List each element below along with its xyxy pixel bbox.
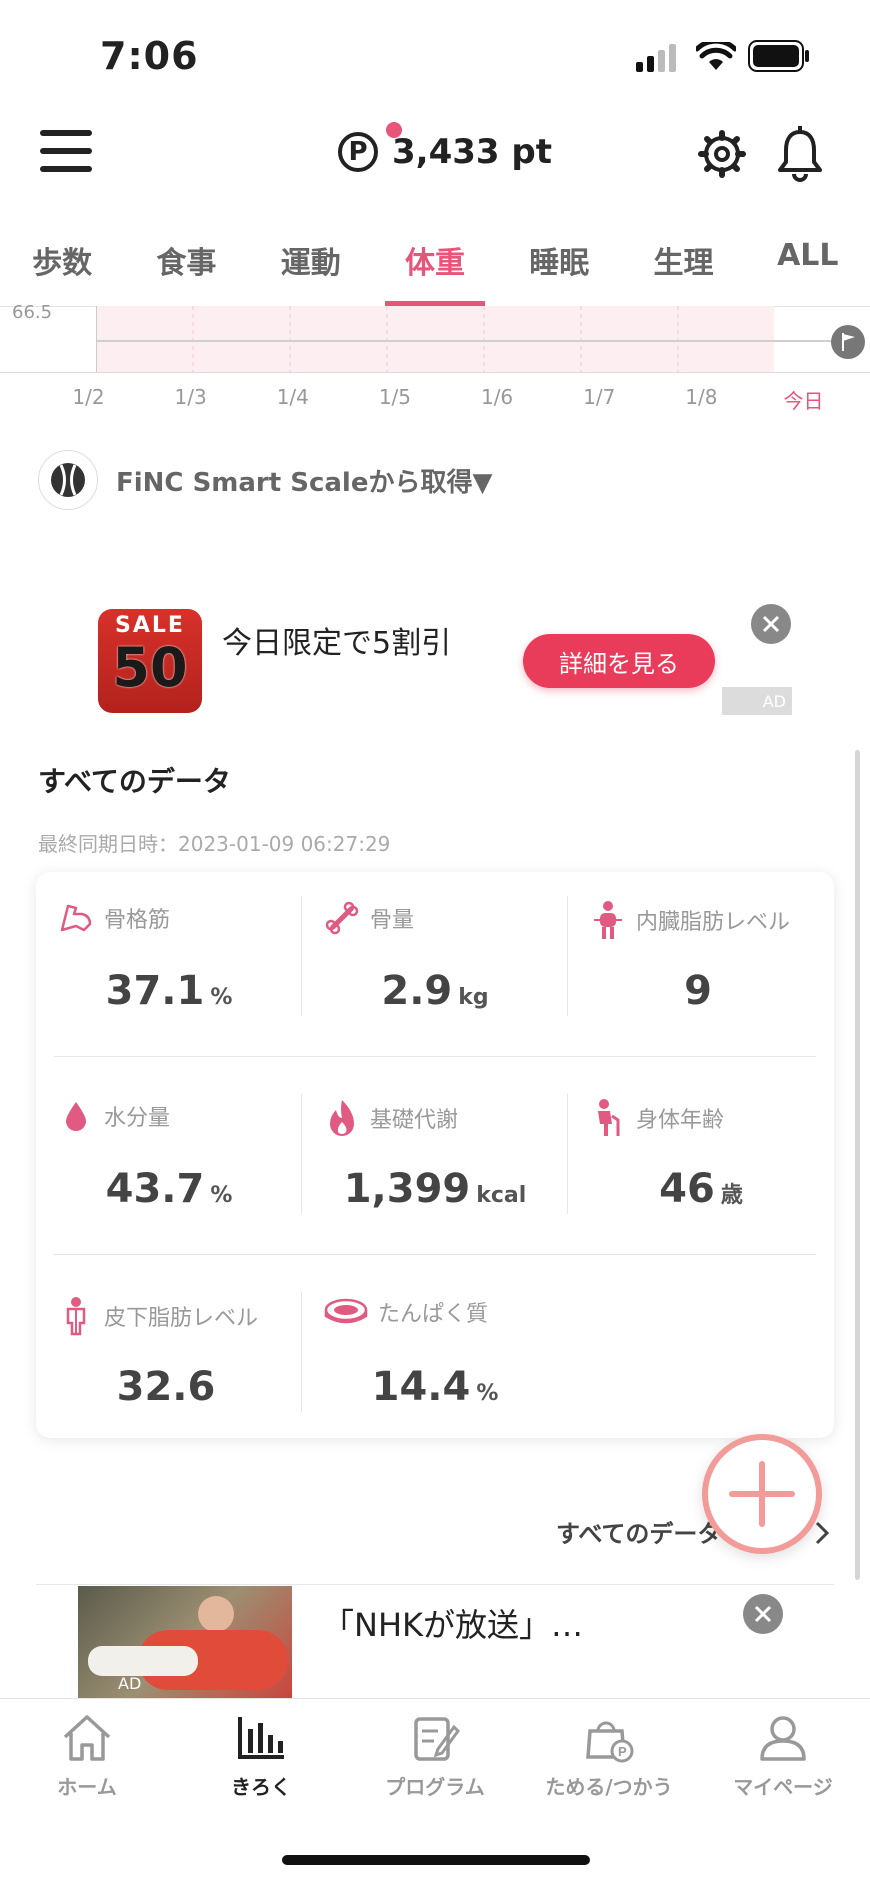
meat-icon: [324, 1298, 368, 1324]
divider: [54, 1254, 816, 1255]
add-record-button[interactable]: [702, 1434, 822, 1554]
bone-icon: [325, 901, 359, 935]
nav-program[interactable]: プログラム: [348, 1699, 522, 1819]
divider: [301, 1094, 302, 1214]
tab-sleep[interactable]: 睡眠: [497, 230, 621, 306]
close-icon: [762, 615, 780, 633]
ad-badge: AD: [722, 687, 792, 715]
x-axis-labels: 1/2 1/3 1/4 1/5 1/6 1/7 1/8 今日: [40, 385, 852, 414]
news-ad-text[interactable]: 「NHKが放送」…: [322, 1600, 583, 1646]
ad2-close-button[interactable]: [743, 1594, 783, 1634]
metric-protein[interactable]: たんぱく質 14.4%: [302, 1268, 568, 1448]
gear-icon[interactable]: [698, 130, 746, 178]
smart-scale-icon: [38, 450, 98, 510]
program-icon: [414, 1717, 460, 1761]
divider: [301, 1292, 302, 1412]
wifi-icon: [696, 42, 736, 70]
metric-bone-mass[interactable]: 骨量 2.9 kg: [302, 872, 568, 1052]
divider: [36, 1584, 834, 1585]
visceral-fat-icon: [594, 901, 622, 939]
flame-icon: [330, 1100, 354, 1136]
home-indicator[interactable]: [282, 1855, 590, 1865]
x-label-today: 今日: [783, 389, 824, 413]
goal-flag-icon[interactable]: [830, 324, 866, 360]
x-label: 1/2: [72, 385, 105, 409]
news-ad-image[interactable]: AD: [78, 1586, 292, 1698]
body-age-icon: [598, 1099, 620, 1136]
signal-icon: [636, 44, 676, 72]
muscle-icon: [60, 904, 92, 932]
ad-details-button[interactable]: 詳細を見る: [523, 634, 715, 688]
divider: [567, 1094, 568, 1214]
graph-gridlines: [192, 306, 679, 372]
nav-points[interactable]: P ためる/つかう: [522, 1699, 696, 1819]
y-axis-label: 66.5: [12, 302, 53, 323]
tab-steps[interactable]: 歩数: [0, 230, 124, 306]
ad-text[interactable]: 今日限定で5割引: [222, 618, 451, 662]
water-drop-icon: [66, 1102, 86, 1131]
metric-body-age[interactable]: 身体年齢 46 歳: [568, 1070, 834, 1250]
svg-text:P: P: [618, 1744, 627, 1759]
points-icon: P: [338, 122, 402, 172]
tab-period[interactable]: 生理: [621, 230, 745, 306]
scrollbar[interactable]: [855, 750, 860, 1580]
last-sync-time: 最終同期日時：2023-01-09 06:27:29: [38, 832, 391, 856]
nav-mypage[interactable]: マイページ: [696, 1699, 870, 1819]
graph-axis: [96, 306, 97, 372]
body-metrics-card: 骨格筋 37.1% 骨量 2.9 kg 内臓脂肪レベル 9 水分量 43.7% 基…: [36, 872, 834, 1438]
goal-line: [96, 340, 846, 342]
category-tabs: 歩数 食事 運動 体重 睡眠 生理 ALL: [0, 230, 870, 307]
section-title: すべてのデータ: [38, 765, 231, 798]
metric-basal-metabolism[interactable]: 基礎代謝 1,399 kcal: [302, 1070, 568, 1250]
metric-visceral-fat[interactable]: 内臓脂肪レベル 9: [568, 872, 834, 1052]
x-label: 1/4: [276, 385, 309, 409]
x-label: 1/5: [378, 385, 412, 409]
tab-exercise[interactable]: 運動: [249, 230, 373, 306]
points-display[interactable]: P 3,433 pt: [338, 122, 552, 172]
subcutaneous-fat-icon: [66, 1297, 86, 1336]
status-time: 7:06: [100, 34, 199, 78]
chevron-right-icon[interactable]: [814, 1520, 830, 1546]
nav-record[interactable]: きろく: [174, 1699, 348, 1819]
chart-icon: [238, 1717, 284, 1759]
tab-all[interactable]: ALL: [746, 230, 870, 306]
bottom-navigation: ホーム きろく プログラム P ためる/つかう マイページ: [0, 1698, 870, 1819]
divider: [567, 896, 568, 1016]
points-bag-icon: P: [586, 1721, 634, 1763]
bell-icon[interactable]: [776, 126, 824, 182]
x-label: 1/7: [583, 385, 616, 409]
divider: [54, 1056, 816, 1057]
tab-weight[interactable]: 体重: [373, 230, 497, 306]
profile-icon: [760, 1716, 806, 1761]
home-icon: [63, 1715, 111, 1761]
metric-water[interactable]: 水分量 43.7%: [36, 1070, 302, 1250]
all-data-link[interactable]: すべてのデータ: [556, 1514, 721, 1549]
x-label: 1/6: [480, 385, 514, 409]
notification-dot: [386, 122, 402, 138]
nav-home[interactable]: ホーム: [0, 1699, 174, 1819]
x-label: 1/3: [174, 385, 207, 409]
hamburger-menu-icon[interactable]: [40, 128, 94, 174]
sale-ad-image[interactable]: SALE 50: [98, 609, 202, 713]
metric-subcutaneous-fat[interactable]: 皮下脂肪レベル 32.6: [36, 1268, 302, 1448]
data-source-selector[interactable]: FiNC Smart Scaleから取得▼: [38, 450, 492, 510]
points-value: 3,433 pt: [392, 132, 552, 172]
plus-icon: [729, 1461, 795, 1527]
ad-close-button[interactable]: [751, 604, 791, 644]
graph-baseline: [0, 372, 870, 373]
close-icon: [754, 1605, 772, 1623]
x-label: 1/8: [685, 385, 718, 409]
ad2-badge: AD: [118, 1674, 142, 1693]
data-source-label: FiNC Smart Scaleから取得▼: [116, 467, 493, 498]
tab-meals[interactable]: 食事: [124, 230, 248, 306]
divider: [301, 896, 302, 1016]
battery-icon: [748, 40, 809, 72]
metric-skeletal-muscle[interactable]: 骨格筋 37.1%: [36, 872, 302, 1052]
